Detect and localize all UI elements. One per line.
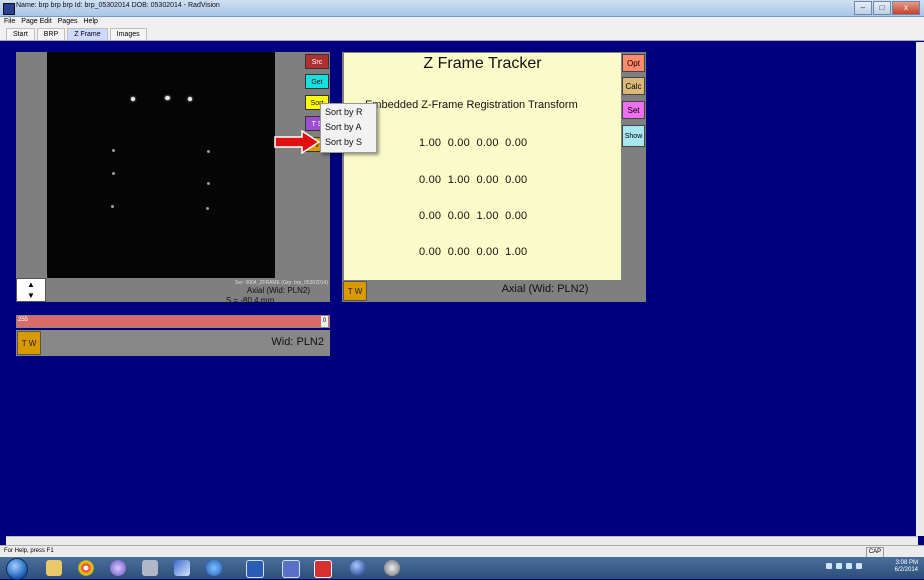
app-icon-purple[interactable] — [110, 560, 126, 576]
fiducial-marker — [112, 149, 115, 152]
matlab-icon[interactable] — [174, 560, 190, 576]
wid-panel: T W Wid: PLN2 — [16, 330, 330, 356]
slice-position: S = -80.4 mm — [225, 296, 275, 305]
horizontal-scrollbar[interactable] — [6, 536, 918, 545]
clock[interactable]: 3:08 PM 6/2/2014 — [895, 560, 918, 574]
fiducial-marker — [207, 182, 210, 185]
fiducial-marker — [206, 207, 209, 210]
calc-button[interactable]: Calc — [622, 77, 645, 95]
radvision-icon[interactable] — [282, 560, 300, 578]
menu-bar: File Page Edit Pages Help — [0, 17, 924, 27]
fiducial-marker — [207, 150, 210, 153]
app-icon — [3, 3, 15, 15]
tab-brp[interactable]: BRP — [36, 28, 66, 40]
tw-button[interactable]: T W — [17, 331, 41, 355]
chrome-icon[interactable] — [78, 560, 94, 576]
image-viewport[interactable] — [47, 52, 275, 278]
slider-min-label: 255 — [18, 317, 29, 323]
vertical-scrollbar[interactable] — [916, 42, 924, 536]
tab-start[interactable]: Start — [6, 28, 35, 40]
sort-by-a-item[interactable]: Sort by A — [325, 122, 362, 132]
tray-icon[interactable] — [836, 563, 842, 569]
menu-help[interactable]: Help — [84, 17, 98, 27]
status-help-text: For Help, press F1 — [4, 548, 54, 554]
slice-stepper[interactable]: ▲ ▼ — [16, 278, 46, 302]
tab-bar: Start BRP Z Frame Images — [0, 27, 924, 41]
fiducial-marker — [188, 97, 192, 101]
title-bar: Name: brp brp brp Id: brp_05302014 DOB: … — [0, 0, 924, 17]
zframe-tw-button[interactable]: T W — [343, 281, 367, 301]
opt-button[interactable]: Opt — [622, 54, 645, 72]
menu-file[interactable]: File — [4, 17, 15, 27]
fiducial-marker — [131, 97, 135, 101]
taskbar: 3:08 PM 6/2/2014 — [0, 557, 924, 580]
viewer-axial-label: Axial (Wid: PLN2) — [246, 286, 310, 295]
matrix-row: 0.00 0.00 1.00 0.00 — [419, 210, 528, 222]
window-title: Name: brp brp brp Id: brp_05302014 DOB: … — [16, 2, 220, 9]
ie-icon[interactable] — [206, 560, 222, 576]
tab-z-frame[interactable]: Z Frame — [67, 28, 108, 40]
wid-label: Wid: PLN2 — [271, 336, 324, 348]
set-button[interactable]: Set — [622, 101, 645, 119]
fiducial-marker — [112, 172, 115, 175]
maximize-button[interactable]: □ — [873, 1, 891, 15]
zframe-axial-label: Axial (Wid: PLN2) — [501, 283, 589, 295]
matrix-row: 1.00 0.00 0.00 0.00 — [419, 137, 528, 149]
word-icon[interactable] — [246, 560, 264, 578]
clock-time: 3:08 PM — [895, 560, 918, 566]
cube-icon[interactable] — [142, 560, 158, 576]
slice-down-button[interactable]: ▼ — [17, 290, 45, 301]
clock-date: 6/2/2014 — [894, 567, 918, 573]
matrix-row: 0.00 1.00 0.00 0.00 — [419, 174, 528, 186]
window-level-slider[interactable]: 255 0 — [16, 315, 330, 328]
matrix-row: 0.00 0.00 0.00 1.00 — [419, 246, 528, 258]
src-button[interactable]: Src — [305, 54, 329, 69]
minimize-button[interactable]: – — [854, 1, 872, 15]
show-button[interactable]: Show — [622, 125, 645, 147]
tray-icon[interactable] — [846, 563, 852, 569]
system-tray — [826, 563, 862, 569]
menu-pages[interactable]: Pages — [58, 17, 78, 27]
start-button[interactable] — [6, 558, 28, 580]
tray-icon[interactable] — [826, 563, 832, 569]
tray-icon[interactable] — [856, 563, 862, 569]
fiducial-marker — [165, 96, 170, 100]
window-controls: – □ x — [854, 1, 920, 15]
tab-images[interactable]: Images — [109, 28, 147, 40]
sort-popup-menu: Sort by R Sort by A Sort by S — [320, 103, 377, 153]
app-icon-sphere[interactable] — [350, 560, 366, 576]
fiducial-marker — [111, 205, 114, 208]
zframe-subtitle: Embedded Z-Frame Registration Transform — [365, 99, 578, 111]
menu-page-edit[interactable]: Page Edit — [21, 17, 51, 27]
get-button[interactable]: Get — [305, 74, 329, 89]
explorer-icon[interactable] — [46, 560, 62, 576]
slider-max-label: 0 — [321, 316, 328, 327]
app-icon-gear[interactable] — [384, 560, 400, 576]
close-button[interactable]: x — [892, 1, 920, 15]
slice-up-button[interactable]: ▲ — [17, 279, 45, 290]
red-arrow-icon — [274, 130, 320, 154]
sort-by-r-item[interactable]: Sort by R — [325, 107, 363, 117]
sort-by-s-item[interactable]: Sort by S — [325, 137, 362, 147]
zframe-title: Z Frame Tracker — [423, 55, 542, 72]
pdf-icon[interactable] — [314, 560, 332, 578]
